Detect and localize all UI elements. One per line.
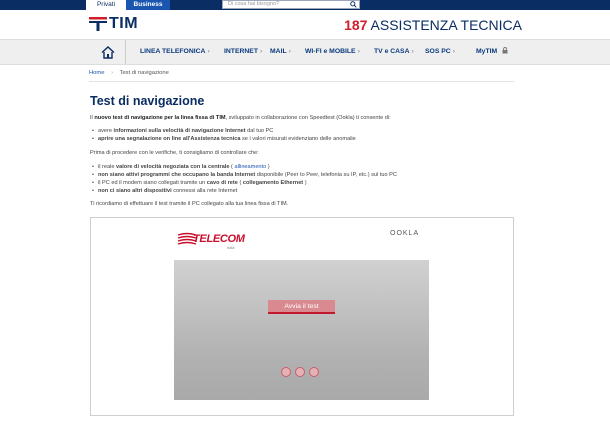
chevron-right-icon: ›	[357, 48, 360, 55]
logo-text: TIM	[109, 15, 139, 32]
nav-sos-pc[interactable]: SOS PC ›	[425, 40, 455, 64]
nav-label: WI-FI e MOBILE	[305, 48, 356, 55]
text-bold: non siano attivi programmi che occupano …	[97, 172, 256, 178]
breadcrumb: Home › Test di navigazione	[89, 70, 169, 76]
nav-label: MyTIM	[476, 48, 498, 55]
reminder-text: Ti ricordiamo di effettuare il test tram…	[90, 201, 289, 207]
nav-label: MAIL	[270, 48, 287, 55]
text-bold: collegamento Ethernet	[242, 180, 304, 186]
page-title: Test di navigazione	[90, 94, 205, 108]
assist-number: 187	[344, 17, 368, 33]
check-intro: Prima di procedere con le verifiche, ti …	[90, 150, 259, 156]
text: )	[303, 180, 307, 186]
search-input[interactable]: Di cosa hai bisogno?	[222, 0, 360, 9]
list-item: non ci siano altri dispositivi connessi …	[92, 188, 237, 194]
telecom-brand-sub: Italia	[227, 246, 235, 250]
nav-linea-telefonica[interactable]: LINEA TELEFONICA ›	[140, 40, 210, 64]
nav-mytim[interactable]: MyTIM	[476, 40, 508, 64]
text: )	[266, 164, 270, 170]
nav-label: SOS PC	[425, 48, 451, 55]
settings-icon[interactable]	[281, 367, 291, 377]
nav-label: TV e CASA	[374, 48, 410, 55]
intro-text: Il nuovo test di navigazione per la line…	[90, 115, 391, 121]
lock-icon	[502, 47, 508, 54]
widget-controls	[281, 367, 319, 377]
search-icon[interactable]	[350, 1, 357, 8]
assist-label: ASSISTENZA TECNICA	[370, 17, 522, 33]
assistenza-tecnica: 187 ASSISTENZA TECNICA	[344, 17, 522, 33]
start-test-button[interactable]: Avvia il test	[268, 300, 335, 314]
tab-business[interactable]: Business	[126, 0, 170, 10]
text: connessi alla rete Internet	[171, 188, 238, 194]
home-button[interactable]	[90, 40, 126, 64]
breadcrumb-current: Test di navigazione	[119, 70, 169, 76]
text: il reale	[97, 164, 117, 170]
tim-logo[interactable]: TIM	[89, 14, 138, 34]
list-item: il reale valore di velocità negoziata co…	[92, 164, 270, 170]
text-bold: non ci siano altri dispositivi	[97, 188, 172, 194]
nav-label: LINEA TELEFONICA	[140, 48, 206, 55]
tim-logo-icon	[89, 17, 107, 31]
allineamento-link[interactable]: allineamento	[234, 164, 266, 170]
chevron-right-icon: ›	[411, 48, 414, 55]
plus-icon[interactable]	[309, 367, 319, 377]
divider	[89, 81, 514, 82]
text-bold: informazioni sulla velocità di navigazio…	[113, 128, 246, 134]
text-bold: valore di velocità negoziata con la cent…	[116, 164, 230, 170]
chevron-right-icon: ›	[288, 48, 291, 55]
text: avere	[97, 128, 114, 134]
text: se i valori misurati evidenziano delle a…	[240, 136, 356, 142]
breadcrumb-separator: ›	[111, 70, 114, 76]
speedtest-stage	[174, 260, 429, 400]
home-icon	[101, 45, 114, 59]
chevron-right-icon: ›	[452, 48, 455, 55]
nav-label: INTERNET	[224, 48, 258, 55]
tab-privati[interactable]: Privati	[86, 0, 126, 10]
list-item: aprire una segnalazione on line all'Assi…	[92, 136, 356, 142]
text-bold: cavo di rete	[206, 180, 238, 186]
telecom-brand: TELECOM	[193, 233, 245, 245]
nav-tv-casa[interactable]: TV e CASA ›	[374, 40, 414, 64]
breadcrumb-home[interactable]: Home	[89, 70, 104, 76]
main-nav: LINEA TELEFONICA › INTERNET › MAIL › WI-FI …	[0, 39, 610, 65]
text: disponibile (Peer to Peer, telefonia su …	[255, 172, 397, 178]
text-bold: nuovo test di navigazione per la linea f…	[94, 115, 226, 121]
list-item: avere informazioni sulla velocità di nav…	[92, 128, 273, 134]
chevron-right-icon: ›	[260, 48, 263, 55]
list-item: non siano attivi programmi che occupano …	[92, 172, 397, 178]
text-bold: aprire una segnalazione on line all'Assi…	[97, 136, 241, 142]
ookla-logo: OOKLA	[390, 230, 420, 237]
nav-internet[interactable]: INTERNET ›	[224, 40, 262, 64]
text: il PC ed il modem siano collegati tramit…	[97, 180, 207, 186]
nav-wifi-mobile[interactable]: WI-FI e MOBILE ›	[305, 40, 360, 64]
list-item: il PC ed il modem siano collegati tramit…	[92, 180, 307, 186]
text: , sviluppato in collaborazione con Speed…	[225, 115, 391, 121]
globe-icon[interactable]	[295, 367, 305, 377]
nav-mail[interactable]: MAIL ›	[270, 40, 291, 64]
chevron-right-icon: ›	[207, 48, 210, 55]
text: dal tuo PC	[245, 128, 274, 134]
